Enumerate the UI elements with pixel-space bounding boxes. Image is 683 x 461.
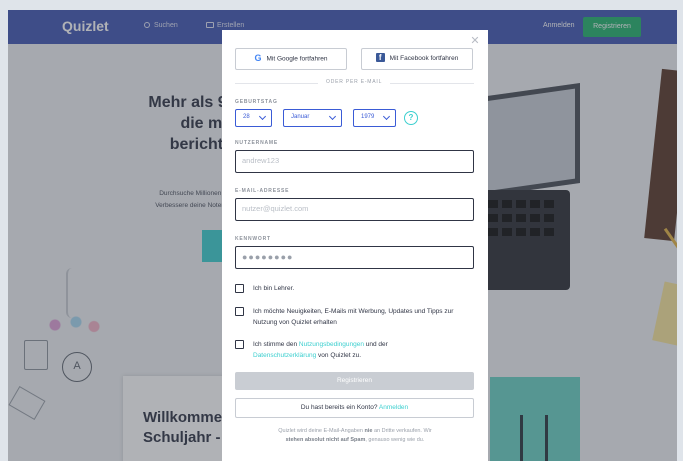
password-field[interactable]: ●●●●●●●●	[235, 246, 474, 269]
help-icon[interactable]: ?	[404, 111, 418, 125]
teacher-checkbox[interactable]	[235, 284, 244, 293]
birthday-day-value: 28	[243, 114, 250, 120]
divider-text: ODER PER E-MAIL	[318, 79, 391, 85]
privacy-link[interactable]: Datenschutzerklärung	[253, 352, 316, 359]
footnote-text: an Dritte verkaufen. Wir	[372, 428, 432, 434]
chevron-down-icon	[258, 112, 267, 121]
newsletter-checkbox-label: Ich möchte Neuigkeiten, E-Mails mit Werb…	[253, 308, 454, 326]
login-link[interactable]: Anmelden	[379, 404, 408, 411]
google-button-label: Mit Google fortfahren	[266, 55, 328, 63]
terms-checkbox[interactable]	[235, 340, 244, 349]
birthday-year-select[interactable]: 1979	[353, 109, 396, 127]
facebook-signup-button[interactable]: f Mit Facebook fortfahren	[361, 48, 473, 70]
existing-account-box: Du hast bereits ein Konto? Anmelden	[235, 398, 474, 418]
footnote-text: , genauso wenig wie du.	[365, 437, 425, 443]
privacy-footnote: Quizlet wird deine E-Mail-Angaben nie an…	[272, 427, 438, 445]
username-label: NUTZERNAME	[235, 140, 278, 146]
birthday-label: GEBURTSTAG	[235, 99, 278, 105]
birthday-month-select[interactable]: Januar	[283, 109, 342, 127]
footnote-text: Quizlet wird deine E-Mail-Angaben	[278, 428, 365, 434]
register-submit-button[interactable]: Registrieren	[235, 372, 474, 390]
birthday-day-select[interactable]: 28	[235, 109, 272, 127]
signup-modal: ✕ G Mit Google fortfahren f Mit Facebook f…	[222, 30, 488, 461]
terms-prefix: Ich stimme den	[253, 341, 299, 348]
password-label: KENNWORT	[235, 236, 271, 242]
google-icon: G	[254, 53, 262, 63]
close-icon[interactable]: ✕	[470, 36, 480, 47]
terms-middle: und der	[363, 341, 388, 348]
facebook-icon: f	[375, 52, 385, 62]
have-account-text: Du hast bereits ein Konto?	[300, 404, 379, 411]
birthday-month-value: Januar	[291, 114, 310, 120]
chevron-down-icon	[382, 112, 391, 121]
email-label: E-MAIL-ADRESSE	[235, 188, 290, 194]
terms-checkbox-label: Ich stimme den Nutzungsbedingungen und d…	[253, 339, 475, 361]
footnote-emphasis: stehen absolut nicht auf Spam	[285, 437, 366, 443]
email-field[interactable]: nutzer@quizlet.com	[235, 198, 474, 221]
facebook-button-label: Mit Facebook fortfahren	[389, 55, 459, 62]
terms-link[interactable]: Nutzungsbedingungen	[299, 341, 364, 348]
teacher-checkbox-label: Ich bin Lehrer.	[253, 285, 295, 292]
privacy-suffix: von Quizlet zu.	[316, 352, 362, 359]
chevron-down-icon	[328, 112, 337, 121]
birthday-year-value: 1979	[361, 114, 375, 120]
google-signup-button[interactable]: G Mit Google fortfahren	[235, 48, 347, 70]
username-field[interactable]: andrew123	[235, 150, 474, 173]
newsletter-checkbox[interactable]	[235, 307, 244, 316]
